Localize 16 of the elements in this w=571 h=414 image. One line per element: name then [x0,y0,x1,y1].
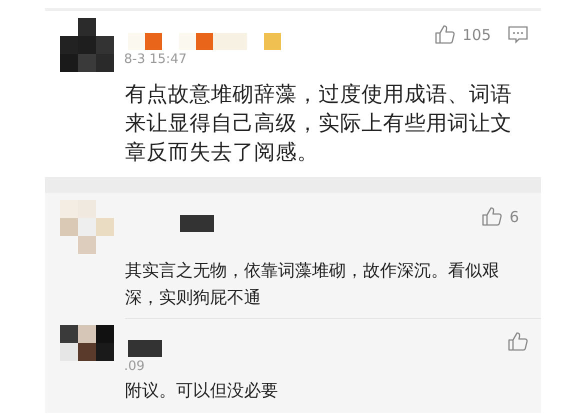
like-count: 105 [462,26,491,44]
thumbs-up-icon[interactable] [481,206,504,227]
comment-date: .09 [124,359,146,374]
thumbs-up-icon[interactable] [434,24,456,45]
thumbs-up-icon[interactable] [507,331,529,352]
comment-date: 8-3 15:47 [124,52,188,67]
comment-text: 有点故意堆砌辞藻，过度使用成语、词语来让显得自己高级，实际上有些用词让文章反而失去了阅感。 [125,81,513,166]
comment-icon[interactable] [507,24,529,44]
pixelated-name [128,340,162,357]
pixelated-avatar [60,18,114,72]
pixelated-avatar [60,325,114,361]
comment-text: 附议。可以但没必要 [125,380,279,403]
pixelated-avatar [60,200,114,254]
comment-text: 其实言之无物，依靠词藻堆砌，故作深沉。看似艰深，实则狗屁不通 [125,260,500,310]
pixelated-name [180,215,214,232]
like-count: 6 [509,208,519,226]
